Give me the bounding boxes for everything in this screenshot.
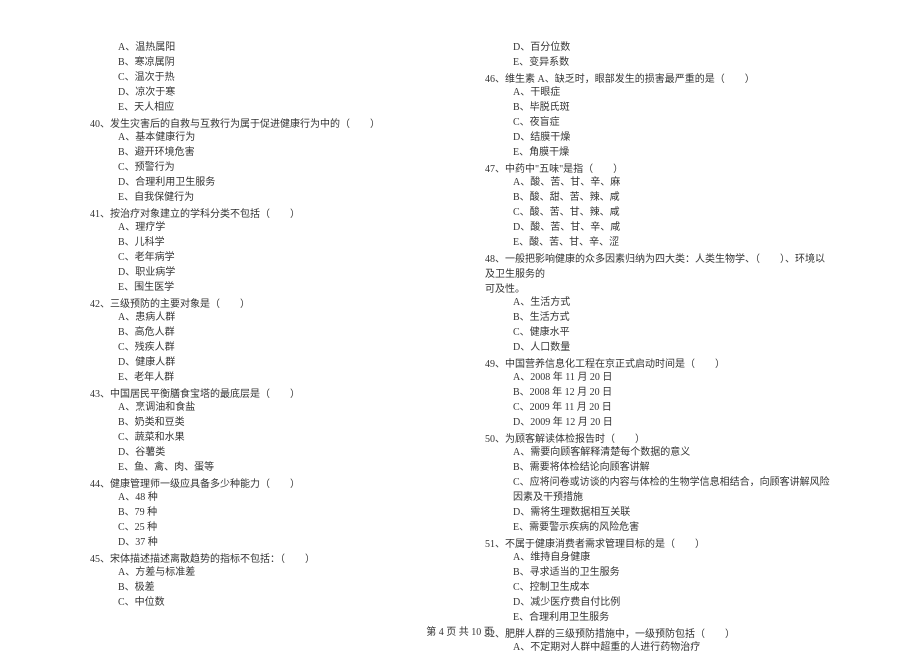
answer-option: C、酸、苦、甘、辣、咸 (485, 205, 830, 220)
answer-option: D、结膜干燥 (485, 130, 830, 145)
question-text: 46、维生素 A、缺乏时，眼部发生的损害最严重的是（ ） (485, 70, 830, 85)
answer-option: D、谷薯类 (90, 445, 435, 460)
question-text: 49、中国营养信息化工程在京正式启动时间是（ ） (485, 355, 830, 370)
answer-option: B、儿科学 (90, 235, 435, 250)
answer-option: D、2009 年 12 月 20 日 (485, 415, 830, 430)
answer-option: E、变异系数 (485, 55, 830, 70)
answer-option: A、温热属阳 (90, 40, 435, 55)
answer-option: C、应将问卷或访谈的内容与体检的生物学信息相结合，向顾客讲解风险因素及干预措施 (485, 475, 830, 505)
answer-option: D、合理利用卫生服务 (90, 175, 435, 190)
answer-option: A、不定期对人群中超重的人进行药物治疗 (485, 640, 830, 655)
right-column: D、百分位数E、变异系数46、维生素 A、缺乏时，眼部发生的损害最严重的是（ ）… (485, 40, 830, 600)
answer-option: C、中位数 (90, 595, 435, 610)
answer-option: C、25 种 (90, 520, 435, 535)
answer-option: B、79 种 (90, 505, 435, 520)
answer-option: D、人口数量 (485, 340, 830, 355)
question-text: 45、宋体描述描述离散趋势的指标不包括：（ ） (90, 550, 435, 565)
answer-option: D、健康人群 (90, 355, 435, 370)
answer-option: D、凉次于寒 (90, 85, 435, 100)
answer-option: A、酸、苦、甘、辛、麻 (485, 175, 830, 190)
answer-option: C、预警行为 (90, 160, 435, 175)
answer-option: B、极差 (90, 580, 435, 595)
answer-option: C、温次于热 (90, 70, 435, 85)
document-columns: A、温热属阳B、寒凉属阴C、温次于热D、凉次于寒E、天人相应40、发生灾害后的自… (90, 40, 830, 600)
answer-option: C、健康水平 (485, 325, 830, 340)
answer-option: A、方差与标准差 (90, 565, 435, 580)
answer-option: D、职业病学 (90, 265, 435, 280)
answer-option: A、48 种 (90, 490, 435, 505)
answer-option: B、避开环境危害 (90, 145, 435, 160)
question-text: 43、中国居民平衡膳食宝塔的最底层是（ ） (90, 385, 435, 400)
answer-option: A、生活方式 (485, 295, 830, 310)
answer-option: A、需要向顾客解释清楚每个数据的意义 (485, 445, 830, 460)
answer-option: B、酸、甜、苦、辣、咸 (485, 190, 830, 205)
answer-option: D、减少医疗费自付比例 (485, 595, 830, 610)
page-footer: 第 4 页 共 10 页 (0, 623, 920, 638)
answer-option: B、寒凉属阴 (90, 55, 435, 70)
question-text: 41、按治疗对象建立的学科分类不包括（ ） (90, 205, 435, 220)
answer-option: B、寻求适当的卫生服务 (485, 565, 830, 580)
question-text: 42、三级预防的主要对象是（ ） (90, 295, 435, 310)
question-text: 50、为顾客解读体检报告时（ ） (485, 430, 830, 445)
answer-option: B、2008 年 12 月 20 日 (485, 385, 830, 400)
answer-option: B、毕脱氏斑 (485, 100, 830, 115)
answer-option: E、围生医学 (90, 280, 435, 295)
answer-option: E、需要警示疾病的风险危害 (485, 520, 830, 535)
answer-option: B、高危人群 (90, 325, 435, 340)
answer-option: A、理疗学 (90, 220, 435, 235)
answer-option: A、基本健康行为 (90, 130, 435, 145)
answer-option: E、酸、苦、甘、辛、涩 (485, 235, 830, 250)
answer-option: A、患病人群 (90, 310, 435, 325)
question-text: 44、健康管理师一级应具备多少种能力（ ） (90, 475, 435, 490)
answer-option: C、夜盲症 (485, 115, 830, 130)
answer-option: C、2009 年 11 月 20 日 (485, 400, 830, 415)
answer-option: C、残疾人群 (90, 340, 435, 355)
answer-option: D、百分位数 (485, 40, 830, 55)
answer-option: E、角膜干燥 (485, 145, 830, 160)
answer-option: B、生活方式 (485, 310, 830, 325)
answer-option: A、干眼症 (485, 85, 830, 100)
answer-option: A、烹调油和食盐 (90, 400, 435, 415)
answer-option: E、自我保健行为 (90, 190, 435, 205)
question-text: 47、中药中"五味"是指（ ） (485, 160, 830, 175)
answer-option: E、天人相应 (90, 100, 435, 115)
answer-option: A、2008 年 11 月 20 日 (485, 370, 830, 385)
question-text: 40、发生灾害后的自救与互救行为属于促进健康行为中的（ ） (90, 115, 435, 130)
question-continuation: 可及性。 (485, 280, 830, 295)
answer-option: E、老年人群 (90, 370, 435, 385)
answer-option: C、老年病学 (90, 250, 435, 265)
answer-option: A、维持自身健康 (485, 550, 830, 565)
answer-option: D、酸、苦、甘、辛、咸 (485, 220, 830, 235)
answer-option: B、奶类和豆类 (90, 415, 435, 430)
question-text: 51、不属于健康消费者需求管理目标的是（ ） (485, 535, 830, 550)
answer-option: D、需将生理数据相互关联 (485, 505, 830, 520)
answer-option: C、控制卫生成本 (485, 580, 830, 595)
question-text: 48、一般把影响健康的众多因素归纳为四大类：人类生物学、（ ）、环境以及卫生服务… (485, 250, 830, 280)
left-column: A、温热属阳B、寒凉属阴C、温次于热D、凉次于寒E、天人相应40、发生灾害后的自… (90, 40, 435, 600)
answer-option: C、蔬菜和水果 (90, 430, 435, 445)
answer-option: B、需要将体检结论向顾客讲解 (485, 460, 830, 475)
answer-option: D、37 种 (90, 535, 435, 550)
answer-option: E、鱼、禽、肉、蛋等 (90, 460, 435, 475)
